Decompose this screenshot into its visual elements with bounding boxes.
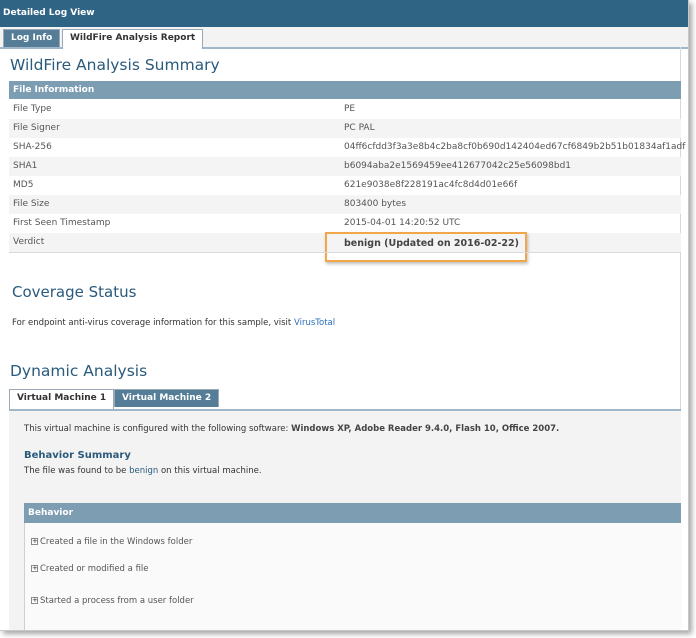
expand-icon[interactable]: + — [31, 538, 38, 545]
dynamic-analysis-heading: Dynamic Analysis — [10, 362, 148, 380]
behavior-summary-title: Behavior Summary — [24, 450, 131, 461]
sha1-value: b6094aba2e1569459ee412677042c25e56098bd1 — [344, 161, 572, 171]
sha1-label: SHA1 — [13, 161, 38, 171]
behavior-header: Behavior — [24, 503, 681, 523]
analysis-summary-heading: WildFire Analysis Summary — [10, 56, 220, 74]
verdict-highlight-box — [325, 232, 527, 262]
section-divider — [9, 252, 681, 253]
file-size-value: 803400 bytes — [344, 199, 407, 209]
coverage-text: For endpoint anti-virus coverage informa… — [12, 318, 292, 328]
behavior-verdict: benign — [129, 466, 159, 476]
first-seen-label: First Seen Timestamp — [13, 218, 111, 228]
vm-config-software: Windows XP, Adobe Reader 9.4.0, Flash 10… — [291, 424, 560, 434]
file-signer-label: File Signer — [13, 123, 60, 133]
vm-config-prefix: This virtual machine is configured with … — [24, 424, 289, 434]
virtual-machine-panel: This virtual machine is configured with … — [9, 411, 682, 630]
md5-label: MD5 — [13, 180, 34, 190]
coverage-status-text: For endpoint anti-virus coverage informa… — [12, 318, 335, 328]
file-signer-value: PC PAL — [344, 123, 375, 133]
file-signer-row: File Signer PC PAL — [9, 119, 681, 138]
file-size-label: File Size — [13, 199, 50, 209]
file-information-header: File Information — [9, 81, 681, 99]
behavior-item[interactable]: + Created or modified a file — [31, 563, 149, 575]
coverage-status-heading: Coverage Status — [12, 283, 137, 301]
file-information-table: File Type PE File Signer PC PAL SHA-256 … — [9, 100, 685, 252]
window-title: Detailed Log View — [0, 0, 688, 27]
tab-wildfire-analysis-report[interactable]: WildFire Analysis Report — [62, 29, 204, 49]
file-size-row: File Size 803400 bytes — [9, 195, 681, 214]
behavior-item[interactable]: + Started a process from a user folder — [31, 595, 194, 607]
behavior-item-label: Created a file in the Windows folder — [40, 537, 193, 547]
tab-virtual-machine-2[interactable]: Virtual Machine 2 — [114, 389, 220, 407]
sha256-value: 04ff6cfdd3f3a3e8b4c2ba8cf0b690d142404ed6… — [344, 142, 686, 152]
behavior-text-suffix: on this virtual machine. — [160, 466, 262, 476]
expand-icon[interactable]: + — [31, 597, 38, 604]
behavior-text-prefix: The file was found to be — [24, 466, 127, 476]
behavior-list: + Created a file in the Windows folder + C… — [24, 523, 682, 630]
file-type-row: File Type PE — [9, 100, 681, 119]
vm-config-text: This virtual machine is configured with … — [24, 424, 559, 434]
expand-icon[interactable]: + — [31, 565, 38, 572]
md5-value: 621e9038e8f228191ac4fc8d4d01e66f — [344, 180, 518, 190]
vm-tabs: Virtual Machine 1 Virtual Machine 2 — [9, 389, 681, 411]
virustotal-link[interactable]: VirusTotal — [294, 318, 335, 328]
sha256-label: SHA-256 — [13, 142, 52, 152]
detailed-log-view-window: Detailed Log View Log Info WildFire Anal… — [0, 0, 689, 631]
main-tabs: Log Info WildFire Analysis Report — [0, 27, 688, 49]
file-type-label: File Type — [13, 104, 52, 114]
first-seen-value: 2015-04-01 14:20:52 UTC — [344, 218, 461, 228]
tab-log-info[interactable]: Log Info — [3, 29, 61, 47]
first-seen-row: First Seen Timestamp 2015-04-01 14:20:52… — [9, 214, 681, 233]
sha1-row: SHA1 b6094aba2e1569459ee412677042c25e560… — [9, 157, 681, 176]
sha256-row: SHA-256 04ff6cfdd3f3a3e8b4c2ba8cf0b690d1… — [9, 138, 685, 157]
verdict-label: Verdict — [13, 237, 45, 247]
md5-row: MD5 621e9038e8f228191ac4fc8d4d01e66f — [9, 176, 681, 195]
behavior-item[interactable]: + Created a file in the Windows folder — [31, 536, 192, 548]
tab-virtual-machine-1[interactable]: Virtual Machine 1 — [9, 389, 115, 409]
behavior-item-label: Created or modified a file — [40, 564, 149, 574]
behavior-item-label: Started a process from a user folder — [40, 596, 194, 606]
file-type-value: PE — [344, 104, 356, 114]
behavior-summary-text: The file was found to be benign on this … — [24, 466, 262, 476]
